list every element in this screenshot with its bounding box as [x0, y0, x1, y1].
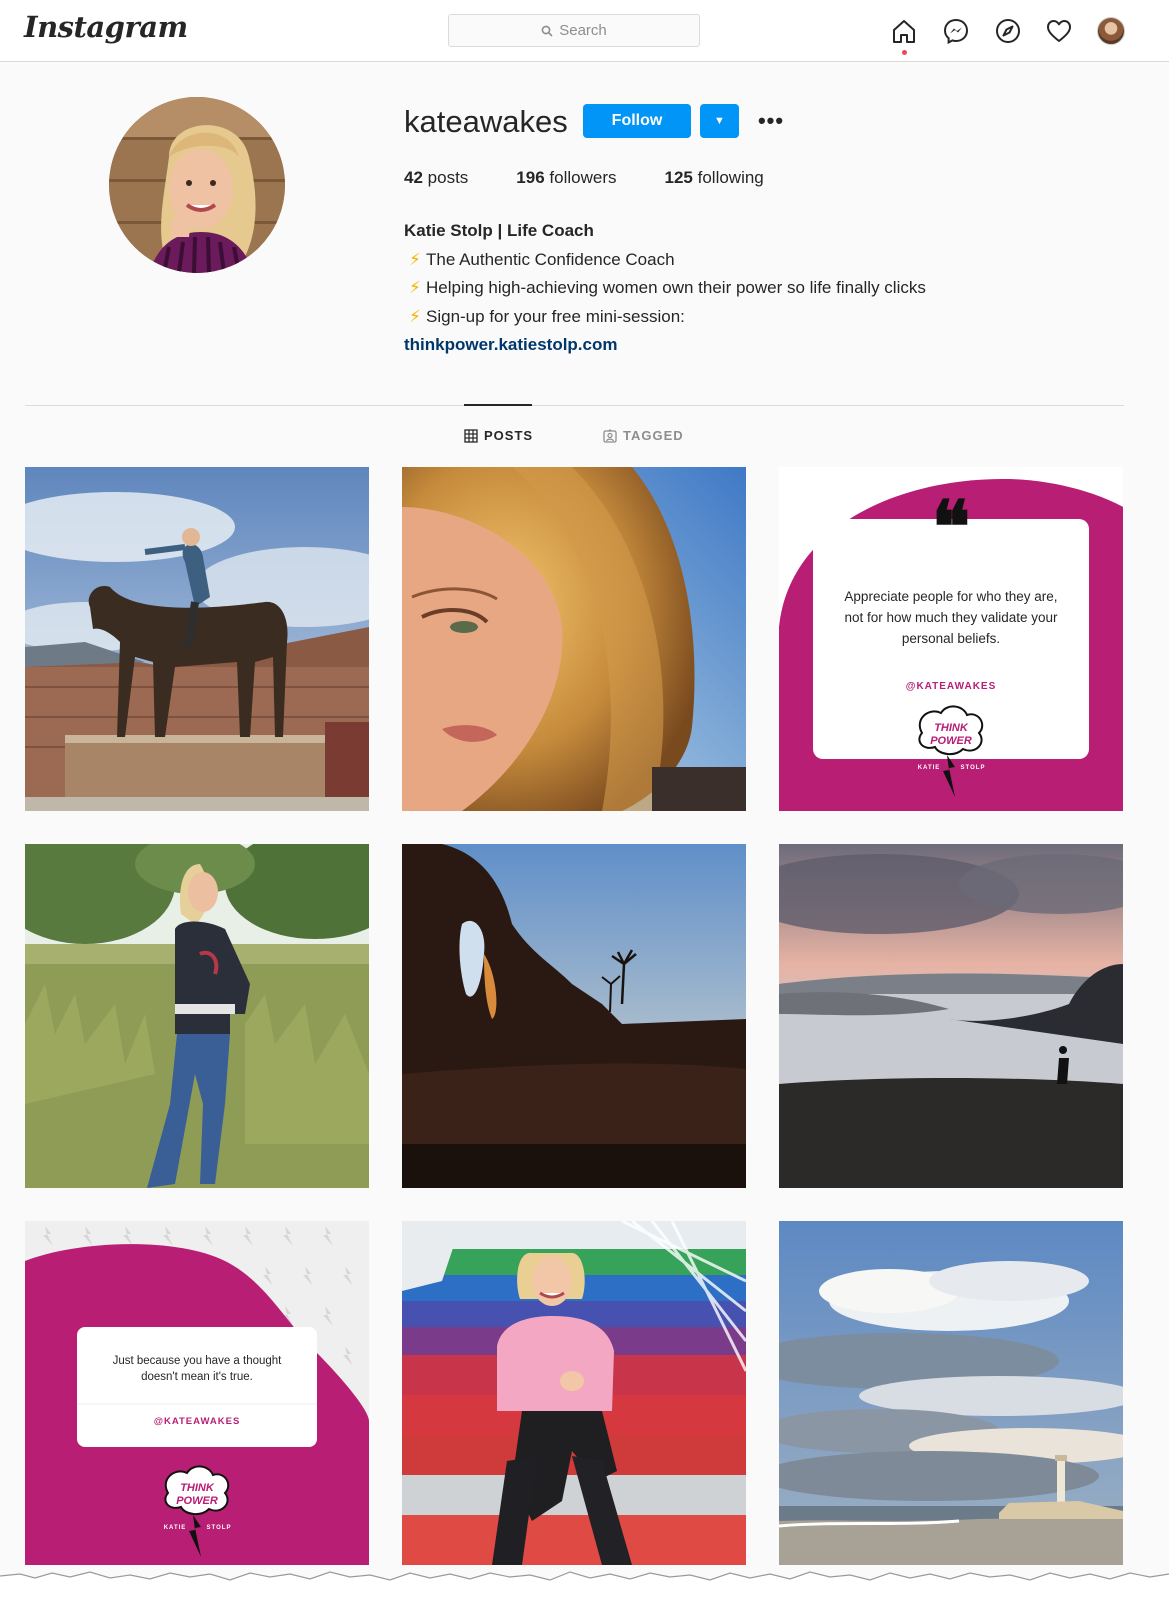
notification-dot: [902, 50, 907, 55]
posts-count-stat: 42 posts: [404, 168, 469, 187]
home-button[interactable]: [890, 17, 918, 55]
more-options-button[interactable]: •••: [755, 104, 787, 138]
quote1-brand-right: STOLP: [961, 765, 986, 771]
profile-avatar[interactable]: [109, 97, 285, 273]
post-lighthouse-coast[interactable]: [779, 1221, 1123, 1565]
top-navigation-bar: Instagram Search: [0, 0, 1169, 62]
lightning-bolt-icon: ⚡: [409, 249, 421, 269]
bio-line: ⚡ The Authentic Confidence Coach: [404, 246, 926, 275]
profile-stats: 42 posts 196 followers 125 following: [404, 168, 812, 188]
suggested-accounts-dropdown-button[interactable]: ▼: [700, 104, 739, 138]
active-tab-indicator: [464, 404, 532, 406]
followers-count-stat[interactable]: 196 followers: [516, 168, 616, 188]
tab-posts[interactable]: POSTS: [464, 428, 533, 443]
profile-username: kateawakes: [404, 104, 568, 139]
quote2-badge-line-1: THINK: [180, 1482, 215, 1494]
quote2-brand-left: KATIE: [164, 1525, 187, 1531]
quote2-text-line-2: doesn't mean it's true.: [141, 1371, 253, 1383]
post-quote-appreciate[interactable]: ❝ Appreciate people for who they are, no…: [779, 467, 1123, 811]
quote1-text-line-3: personal beliefs.: [902, 631, 1000, 646]
post-quote-thought[interactable]: Just because you have a thought doesn't …: [25, 1221, 369, 1565]
post-statue-horse[interactable]: [25, 467, 369, 811]
post-cliff-fog-sunrise[interactable]: [779, 844, 1123, 1188]
grid-icon: [464, 428, 478, 443]
search-placeholder: Search: [559, 22, 607, 39]
heart-icon: [1047, 20, 1071, 42]
tabs-divider: [25, 405, 1124, 406]
lightning-bolt-icon: ⚡: [409, 306, 421, 326]
bio-website-link[interactable]: thinkpower.katiestolp.com: [404, 331, 926, 360]
svg-text:❝: ❝: [932, 488, 971, 568]
tagged-person-icon: [603, 428, 617, 443]
search-icon: [541, 25, 553, 37]
compass-icon: [996, 19, 1020, 43]
torn-paper-edge: [0, 1571, 1169, 1600]
post-desert-arch-sunset[interactable]: [402, 844, 746, 1188]
post-field-jacket[interactable]: [25, 844, 369, 1188]
caret-down-icon: ▼: [714, 115, 725, 127]
quote2-handle: @KATEAWAKES: [154, 1416, 241, 1427]
following-count-stat[interactable]: 125 following: [665, 168, 764, 188]
quote1-handle: @KATEAWAKES: [906, 681, 997, 692]
home-icon: [893, 20, 915, 43]
lightning-bolt-icon: ⚡: [409, 278, 421, 297]
activity-button[interactable]: [1045, 17, 1073, 45]
quote2-brand-right: STOLP: [207, 1525, 232, 1531]
search-input[interactable]: Search: [448, 14, 700, 47]
post-rainbow-steps[interactable]: [402, 1221, 746, 1565]
profile-bio: Katie Stolp | Life Coach ⚡ The Authentic …: [404, 217, 926, 360]
bio-line: ⚡ Sign-up for your free mini-session:: [404, 303, 926, 332]
quote1-brand-left: KATIE: [918, 765, 941, 771]
quote1-text-line-2: not for how much they validate your: [844, 610, 1058, 625]
messenger-icon: [943, 18, 969, 45]
quote2-badge-line-2: POWER: [176, 1495, 218, 1507]
bio-line: ⚡ Helping high-achieving women own their …: [404, 274, 926, 303]
post-portrait-sunset[interactable]: [402, 467, 746, 811]
profile-avatar-nav[interactable]: [1097, 17, 1125, 45]
profile-full-name: Katie Stolp | Life Coach: [404, 221, 594, 240]
more-horizontal-icon: •••: [757, 108, 785, 133]
quote1-badge-line-2: POWER: [930, 735, 972, 747]
quote2-text-line-1: Just because you have a thought: [113, 1355, 283, 1367]
quote1-badge-line-1: THINK: [934, 722, 969, 734]
quote1-text-line-1: Appreciate people for who they are,: [844, 589, 1057, 604]
tab-tagged[interactable]: TAGGED: [603, 428, 684, 443]
explore-button[interactable]: [994, 17, 1022, 45]
instagram-logo[interactable]: Instagram: [24, 10, 188, 44]
messenger-button[interactable]: [942, 17, 970, 45]
follow-button[interactable]: Follow: [583, 104, 691, 138]
